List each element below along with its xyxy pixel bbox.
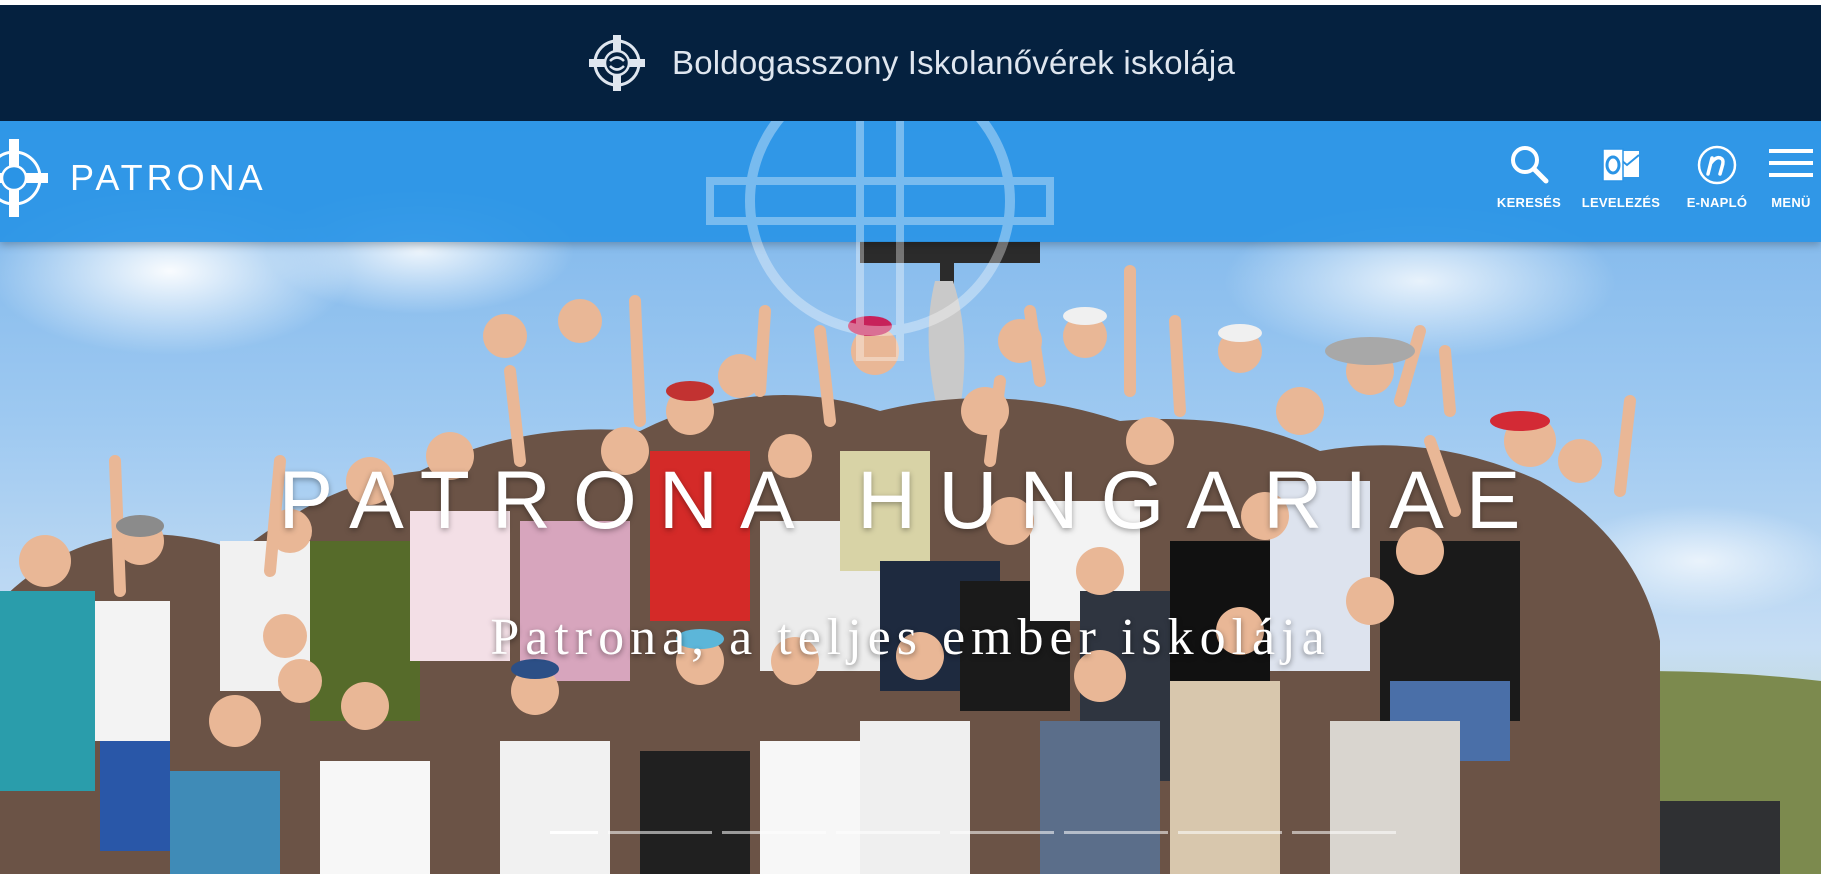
brand-link[interactable]: PATRONA	[0, 133, 267, 223]
brand-name: PATRONA	[70, 157, 267, 198]
school-header-bar: Boldogasszony Iskolanővérek iskolája	[0, 5, 1821, 121]
school-name: Boldogasszony Iskolanővérek iskolája	[671, 44, 1235, 81]
search-button[interactable]: KERESÉS	[1497, 143, 1561, 210]
main-navbar: PATRONA KERESÉS LEVELEZÉS E-NAPLÓ MENÜ	[0, 121, 1821, 361]
patrona-logo-icon	[0, 139, 48, 217]
mail-button[interactable]: LEVELEZÉS	[1581, 143, 1661, 210]
slider-dot[interactable]	[1292, 831, 1396, 834]
hero-title: PATRONA HUNGARIAE	[278, 455, 1543, 546]
slider-dot[interactable]	[608, 831, 712, 834]
e-naplo-label: E-NAPLÓ	[1686, 195, 1748, 210]
outlook-mail-icon	[1602, 148, 1640, 182]
mail-label: LEVELEZÉS	[1581, 195, 1661, 210]
e-naplo-button[interactable]: E-NAPLÓ	[1677, 143, 1757, 210]
slider-dot[interactable]	[1064, 831, 1168, 834]
slider-dot[interactable]	[950, 831, 1054, 834]
search-icon	[1511, 146, 1549, 184]
slider-dot[interactable]	[550, 831, 598, 834]
slider-pagination	[550, 831, 1396, 834]
e-naplo-icon	[1697, 145, 1737, 185]
slider-dot[interactable]	[836, 831, 940, 834]
search-label: KERESÉS	[1496, 195, 1562, 210]
slider-dot[interactable]	[1178, 831, 1282, 834]
hero-banner: PATRONA KERESÉS LEVELEZÉS E-NAPLÓ MENÜ P…	[0, 121, 1821, 874]
slider-dot[interactable]	[722, 831, 826, 834]
hamburger-menu-icon	[1769, 149, 1813, 177]
school-cross-logo-icon	[588, 35, 645, 91]
menu-label: MENÜ	[1771, 195, 1811, 210]
watermark-cross-icon	[706, 121, 1054, 361]
menu-button[interactable]: MENÜ	[1761, 143, 1821, 210]
hero-subtitle: Patrona, a teljes ember iskolája	[490, 609, 1331, 666]
